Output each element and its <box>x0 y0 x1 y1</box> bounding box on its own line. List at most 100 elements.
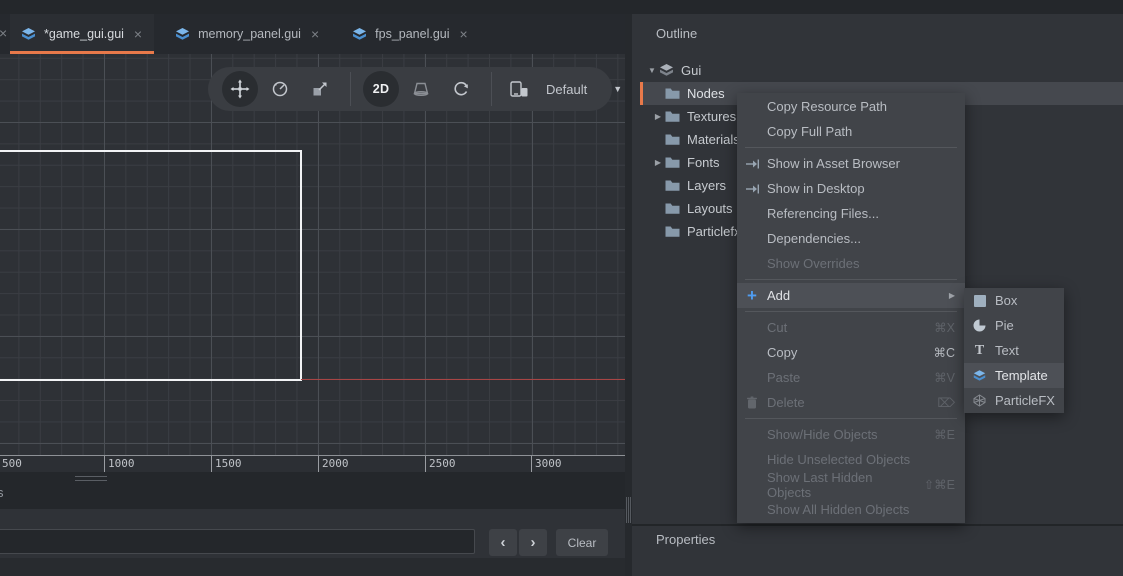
tree-row-label: Gui <box>681 63 701 78</box>
text-icon: T <box>972 343 987 358</box>
template-icon <box>972 368 987 383</box>
find-previous-button[interactable]: ‹ <box>489 529 517 556</box>
clear-button[interactable]: Clear <box>556 529 608 556</box>
2d-mode-toggle[interactable]: 2D <box>363 71 399 107</box>
trash-icon <box>737 396 767 409</box>
toolbar-divider <box>491 72 492 106</box>
tree-row-label: Particlefx <box>687 224 740 239</box>
tree-row-label: Nodes <box>687 86 725 101</box>
shortcut-label: ⌘V <box>934 370 955 385</box>
plus-icon: + <box>737 287 767 304</box>
x-axis-line <box>301 379 625 380</box>
gui-file-icon <box>351 27 368 42</box>
folder-icon <box>664 178 681 193</box>
menu-item-show-all-hidden-objects: Show All Hidden Objects <box>737 497 965 522</box>
menu-item-copy-resource-path[interactable]: Copy Resource Path <box>737 94 965 119</box>
2d-mode-label: 2D <box>373 82 390 96</box>
tab-memory-panel[interactable]: memory_panel.gui × <box>164 14 331 54</box>
defold-editor-window: × *game_gui.gui × memory_panel.gui × fps… <box>0 0 1123 576</box>
menu-separator <box>737 308 965 315</box>
find-next-button[interactable]: › <box>519 529 547 556</box>
ruler-label: 2000 <box>322 457 349 470</box>
submenu-item-text[interactable]: T Text <box>964 338 1064 363</box>
rotate-tool-button[interactable] <box>262 71 298 107</box>
chevron-right-icon[interactable]: ▶ <box>652 112 664 121</box>
ruler-tick <box>531 456 532 472</box>
ruler-tick <box>425 456 426 472</box>
vertical-splitter[interactable] <box>625 14 632 576</box>
particlefx-icon <box>972 393 987 408</box>
tree-row-label: Fonts <box>687 155 720 170</box>
tab-fps-panel[interactable]: fps_panel.gui × <box>341 14 480 54</box>
ruler-tick <box>211 456 212 472</box>
close-icon[interactable]: × <box>311 26 319 42</box>
chevron-right-icon: › <box>531 534 536 551</box>
folder-icon <box>664 155 681 170</box>
menu-item-show-overrides: Show Overrides <box>737 251 965 276</box>
menu-item-hide-unselected-objects: Hide Unselected Objects <box>737 447 965 472</box>
menu-item-referencing-files[interactable]: Referencing Files... <box>737 201 965 226</box>
chevron-down-icon[interactable]: ▼ <box>646 66 658 75</box>
scale-tool-button[interactable] <box>302 71 338 107</box>
bottom-panel-header: s <box>0 472 625 509</box>
menu-item-show-in-desktop[interactable]: Show in Desktop <box>737 176 965 201</box>
close-icon[interactable]: × <box>134 26 142 42</box>
chevron-down-icon[interactable]: ▼ <box>613 84 622 94</box>
gui-scene-icon <box>658 63 675 78</box>
search-input[interactable] <box>0 529 475 554</box>
folder-icon <box>664 109 681 124</box>
clear-button-label: Clear <box>568 536 597 550</box>
show-in-icon <box>737 158 767 170</box>
menu-item-show-in-asset-browser[interactable]: Show in Asset Browser <box>737 151 965 176</box>
shortcut-label: ⌘E <box>934 427 955 442</box>
tab-game-gui[interactable]: *game_gui.gui × <box>10 14 154 54</box>
tab-label: fps_panel.gui <box>375 27 449 41</box>
properties-panel-title: Properties <box>656 532 715 547</box>
submenu-item-box[interactable]: Box <box>964 288 1064 313</box>
move-tool-button[interactable] <box>222 71 258 107</box>
device-profile-icon[interactable] <box>504 71 534 107</box>
orbit-refresh-icon[interactable] <box>443 71 479 107</box>
panel-drag-handle[interactable] <box>75 476 107 481</box>
context-menu: Copy Resource Path Copy Full Path Show i… <box>737 93 965 523</box>
menu-item-copy-full-path[interactable]: Copy Full Path <box>737 119 965 144</box>
splitter-grip[interactable] <box>626 497 631 523</box>
shortcut-label: ⌘C <box>933 345 955 360</box>
ruler-label: 1500 <box>215 457 242 470</box>
close-icon[interactable]: × <box>460 26 468 42</box>
submenu-item-pie[interactable]: Pie <box>964 313 1064 338</box>
outline-panel-title: Outline <box>656 26 697 41</box>
chevron-left-icon: ‹ <box>501 534 506 551</box>
menu-separator <box>737 276 965 283</box>
ruler-label: 500 <box>2 457 22 470</box>
footer-margin <box>0 558 625 576</box>
menu-item-add[interactable]: + Add ▶ <box>737 283 965 308</box>
console-search-bar: ‹ › Clear <box>0 509 625 558</box>
horizontal-ruler: 500 1000 1500 2000 2500 3000 <box>0 455 625 472</box>
submenu-item-particlefx[interactable]: ParticleFX <box>964 388 1064 413</box>
ruler-label: 1000 <box>108 457 135 470</box>
panel-title-fragment: s <box>0 485 4 500</box>
tree-row-gui[interactable]: ▼ Gui <box>632 59 1123 82</box>
perspective-camera-icon[interactable] <box>403 71 439 107</box>
menu-item-show-hide-objects: Show/Hide Objects ⌘E <box>737 422 965 447</box>
submenu-item-template[interactable]: Template <box>964 363 1064 388</box>
tree-row-label: Textures <box>687 109 736 124</box>
box-icon <box>972 293 987 308</box>
menu-item-copy[interactable]: Copy ⌘C <box>737 340 965 365</box>
chevron-right-icon[interactable]: ▶ <box>652 158 664 167</box>
tree-row-label: Layouts <box>687 201 733 216</box>
ruler-label: 2500 <box>429 457 456 470</box>
viewport-toolbar: 2D Defaul <box>208 67 612 111</box>
tab-label: memory_panel.gui <box>198 27 301 41</box>
window-top-strip <box>0 0 1123 14</box>
menu-item-cut: Cut ⌘X <box>737 315 965 340</box>
pie-icon <box>972 318 987 333</box>
tab-label: *game_gui.gui <box>44 27 124 41</box>
scene-viewport[interactable]: 2D Defaul <box>0 54 625 455</box>
ruler-tick <box>104 456 105 472</box>
menu-item-dependencies[interactable]: Dependencies... <box>737 226 965 251</box>
add-submenu: Box Pie T Text Template ParticleFX <box>964 288 1064 413</box>
toolbar-divider <box>350 72 351 106</box>
device-profile-value[interactable]: Default <box>546 82 587 97</box>
